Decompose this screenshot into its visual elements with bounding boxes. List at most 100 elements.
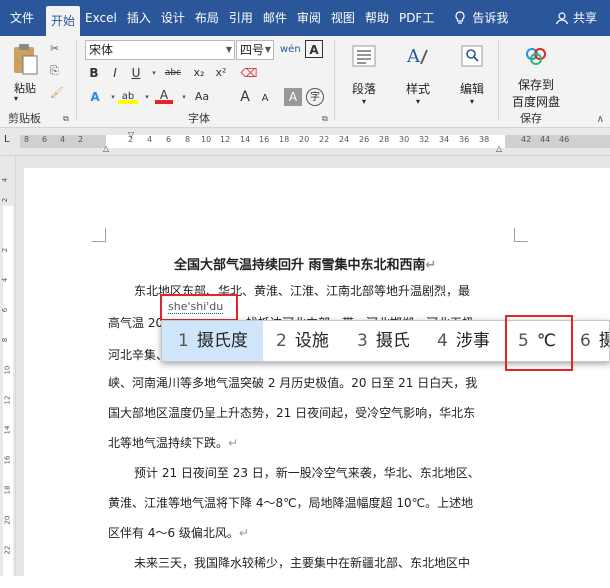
ruler-number: 6 <box>166 135 172 144</box>
ime-candidate-2[interactable]: 2 设施 <box>276 321 329 361</box>
tab-layout[interactable]: 布局 <box>190 0 224 36</box>
tab-help[interactable]: 帮助 <box>360 0 394 36</box>
candidate-text: 摄氏 <box>375 331 410 351</box>
enclose-char-icon[interactable]: 字 <box>306 88 324 106</box>
document-page[interactable]: 全国大部气温持续回升 雨雪集中东北和西南↵ 东北地区东部、华北、黄淮、江淮、江南… <box>24 168 610 588</box>
left-indent-marker[interactable]: △ <box>103 144 109 153</box>
vruler-number: 12 <box>3 395 12 405</box>
share-button[interactable]: 共享 <box>550 0 602 36</box>
tab-excel[interactable]: Excel <box>80 0 122 36</box>
doc-line-4: 峡、河南渑川等多地气温突破 2 月历史极值。20 日至 21 日白天，我 <box>108 376 478 390</box>
clear-formatting-icon[interactable]: ⌫ <box>240 64 258 82</box>
ime-candidate-6[interactable]: 6摄 <box>580 321 609 361</box>
vruler-number: 6 <box>1 307 10 313</box>
tab-home[interactable]: 开始 <box>46 6 81 36</box>
ime-candidate-4[interactable]: 4 涉事 <box>437 321 490 361</box>
chevron-down-icon[interactable]: ▾ <box>138 88 156 106</box>
grow-font-button[interactable]: A <box>236 88 254 106</box>
candidate-text: 摄氏度 <box>196 331 248 351</box>
dialog-launcher-icon[interactable]: ⧉ <box>63 114 69 124</box>
vruler-number: 10 <box>3 365 12 375</box>
copy-icon[interactable]: ⎘ <box>50 64 59 78</box>
tab-references[interactable]: 引用 <box>224 0 258 36</box>
save-to-baidu-button[interactable]: 保存到 百度网盘 <box>506 40 566 110</box>
ruler-number: 4 <box>60 135 66 144</box>
editing-button[interactable]: 编辑 ▾ <box>452 40 492 106</box>
ruler-number: 6 <box>42 135 48 144</box>
paragraph-button[interactable]: 段落 ▾ <box>344 40 384 106</box>
ruler-number: 20 <box>299 135 310 144</box>
superscript-button[interactable]: x² <box>212 64 230 82</box>
shrink-font-button[interactable]: A <box>256 90 274 108</box>
vertical-ruler[interactable]: 4 2 2 4 6 8 10 12 14 16 18 20 22 <box>0 156 16 576</box>
highlight-color-icon[interactable]: ab <box>118 86 138 104</box>
ruler-number: 16 <box>259 135 270 144</box>
ime-candidate-3[interactable]: 3 摄氏 <box>357 321 410 361</box>
ruler-number: 26 <box>359 135 370 144</box>
lightbulb-icon <box>455 11 465 24</box>
separator <box>334 40 335 120</box>
font-size-select[interactable]: 四号 ▼ <box>236 40 274 60</box>
doc-line-3: 河北辛集、 <box>108 348 169 362</box>
collapse-ribbon-icon[interactable]: ∧ <box>597 114 604 125</box>
chevron-down-icon[interactable]: ▾ <box>14 94 18 103</box>
subscript-button[interactable]: x₂ <box>190 64 208 82</box>
strikethrough-button[interactable]: abc <box>160 64 186 82</box>
char-border-icon[interactable]: A <box>305 40 323 58</box>
candidate-text: 涉事 <box>455 331 490 351</box>
tab-pdf[interactable]: PDF工 <box>394 0 439 36</box>
font-color-button[interactable]: A <box>155 86 173 104</box>
italic-button[interactable]: I <box>106 64 124 82</box>
right-indent-marker[interactable]: △ <box>496 144 502 153</box>
chevron-down-icon: ▾ <box>469 97 474 106</box>
ruler-number: 24 <box>339 135 350 144</box>
ruler-number: 10 <box>201 135 212 144</box>
vruler-number: 8 <box>1 337 10 343</box>
tab-view[interactable]: 视图 <box>326 0 360 36</box>
doc-line-6-text: 北等地气温持续下跌。 <box>108 436 229 450</box>
cut-icon[interactable]: ✂ <box>50 42 59 55</box>
font-name-select[interactable]: 宋体 ▼ <box>85 40 235 60</box>
ruler-number: 30 <box>399 135 410 144</box>
tab-file[interactable]: 文件 <box>0 0 46 36</box>
candidate-highlight-box <box>505 315 573 371</box>
tab-stop-icon[interactable]: L <box>4 134 10 145</box>
styles-button[interactable]: A 样式 ▾ <box>398 40 438 106</box>
tab-design[interactable]: 设计 <box>156 0 190 36</box>
char-shading-icon[interactable]: A <box>284 88 302 106</box>
ime-candidate-1[interactable]: 1 摄氏度 <box>162 321 263 361</box>
chevron-down-icon: ▼ <box>225 45 232 54</box>
horizontal-ruler[interactable]: L 8 6 4 2 2 4 6 8 10 12 14 16 18 20 22 24 26 28 30 32 34 36 38… <box>0 128 610 156</box>
change-case-button[interactable]: Aa <box>190 88 214 106</box>
vruler-number: 22 <box>3 545 12 555</box>
bold-button[interactable]: B <box>85 64 103 82</box>
save-group-label: 保存 <box>520 112 542 125</box>
styles-icon: A <box>402 40 434 72</box>
format-painter-icon[interactable]: 🖌 <box>50 86 64 99</box>
dialog-launcher-icon[interactable]: ⧉ <box>322 114 328 124</box>
first-line-indent-marker[interactable]: ▽ <box>128 130 134 139</box>
vruler-number: 14 <box>3 425 12 435</box>
paragraph-mark: ↵ <box>228 436 239 450</box>
candidate-text: 设施 <box>294 331 329 351</box>
cloud-icon <box>520 40 552 72</box>
vruler-number: 2 <box>1 247 10 253</box>
ruler-number: 34 <box>439 135 450 144</box>
vruler-number: 4 <box>1 277 10 283</box>
paste-label: 粘贴 <box>14 82 36 95</box>
underline-button[interactable]: U <box>127 64 145 82</box>
vruler-number: 16 <box>3 455 12 465</box>
font-size-value: 四号 <box>240 43 265 57</box>
ruler-number: 8 <box>185 135 191 144</box>
tell-me-button[interactable]: 告诉我 <box>449 0 513 36</box>
styles-label: 样式 <box>405 82 430 96</box>
chevron-down-icon: ▾ <box>415 97 420 106</box>
tab-insert[interactable]: 插入 <box>122 0 156 36</box>
paragraph-mark: ↵ <box>425 258 437 273</box>
paste-button[interactable]: 粘贴 ▾ <box>6 40 44 103</box>
tab-review[interactable]: 审阅 <box>292 0 326 36</box>
tab-mailings[interactable]: 邮件 <box>258 0 292 36</box>
text-effects-button[interactable]: A <box>86 88 104 106</box>
vruler-number: 20 <box>3 515 12 525</box>
phonetic-guide-icon[interactable]: wén <box>280 41 301 59</box>
